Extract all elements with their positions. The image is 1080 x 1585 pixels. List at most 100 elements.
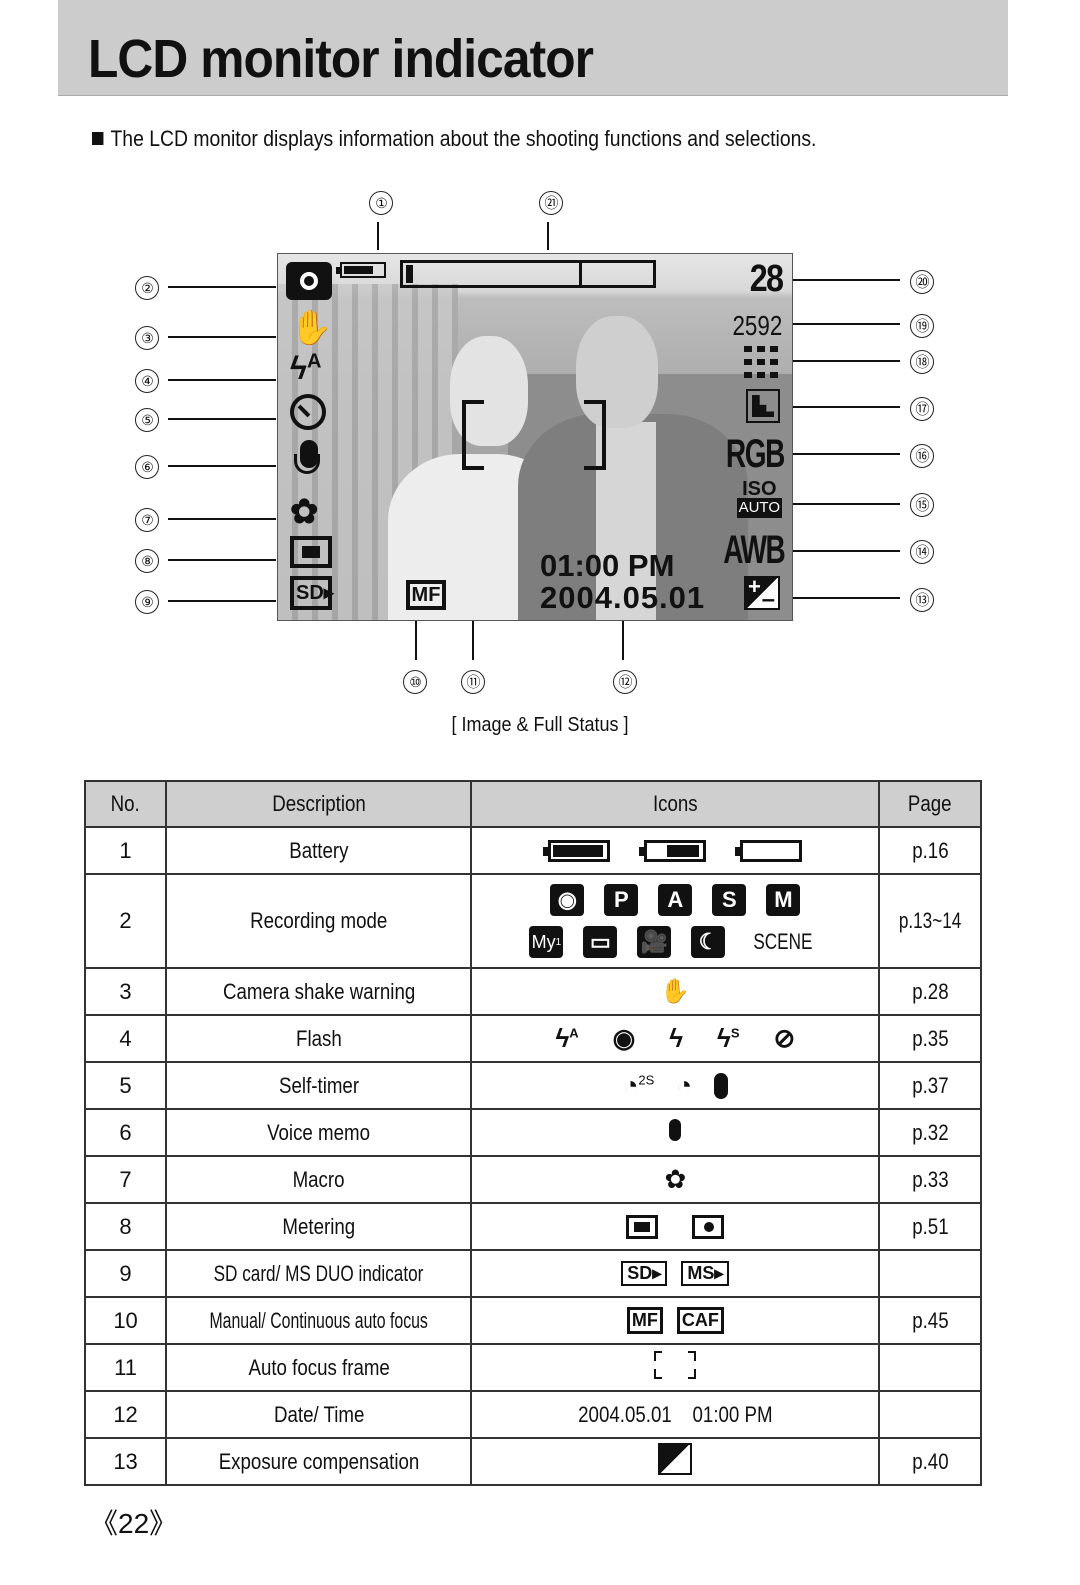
intro-text: The LCD monitor displays information abo…: [92, 126, 816, 152]
row-icons: [470, 1202, 881, 1251]
metering-icon: [290, 536, 332, 568]
row-page: p.28: [878, 967, 982, 1016]
callout-19: ⑲: [910, 314, 934, 338]
callout-4: ④: [135, 369, 159, 393]
row-page: p.33: [878, 1155, 982, 1204]
row-no: 6: [83, 1108, 168, 1157]
manual-mode-icon: M: [766, 884, 801, 916]
battery-empty-icon: [735, 839, 803, 862]
battery-half-icon: [639, 839, 707, 862]
title-bar: LCD monitor indicator: [58, 0, 1008, 96]
program-mode-icon: P: [604, 884, 639, 916]
row-no: 8: [83, 1202, 168, 1251]
scene-label: SCENE: [753, 929, 813, 954]
timer-10s-icon: ◔: [676, 1070, 693, 1100]
white-balance: AWB: [722, 528, 786, 572]
header-page: Page: [878, 780, 982, 828]
leader-line: [377, 222, 379, 250]
callout-21: ㉑: [539, 191, 563, 215]
continuous-af-icon: CAF: [676, 1307, 724, 1334]
myset-mode-icon: My 1: [529, 926, 564, 958]
row-icons: ◉ P A S M My 1 ▭ 🎥 ☾ SCENE: [470, 873, 881, 969]
table-row: 13 Exposure compensation p.40: [83, 1437, 982, 1486]
row-icons: SD▸ MS▸: [470, 1249, 881, 1298]
recording-mode-camera-icon: [286, 262, 332, 300]
multi-metering-icon: [626, 1214, 659, 1239]
fill-flash-icon: ϟ: [669, 1023, 684, 1053]
callout-6: ⑥: [135, 455, 159, 479]
red-eye-icon: ◉: [612, 1023, 636, 1053]
row-icons: ✋: [470, 967, 881, 1016]
header-no: No.: [83, 780, 168, 828]
leader-line: [168, 286, 276, 288]
row-icons: ◔2S ◔: [470, 1061, 881, 1110]
row-page: [878, 1249, 982, 1298]
voice-record-mode-icon: ▭: [583, 926, 618, 958]
timer-2s-icon: ◔2S: [622, 1070, 655, 1100]
header-icons: Icons: [470, 780, 881, 828]
row-desc: Date/ Time: [165, 1390, 473, 1439]
callout-11: ⑪: [461, 670, 485, 694]
header-description: Description: [165, 780, 473, 828]
intro-sentence: The LCD monitor displays information abo…: [110, 126, 817, 151]
movie-mode-icon: 🎥: [637, 926, 672, 958]
row-no: 7: [83, 1155, 168, 1204]
leader-line: [622, 620, 624, 660]
battery-full-icon: [543, 839, 611, 862]
row-desc: Exposure compensation: [165, 1437, 473, 1486]
leader-line: [547, 222, 549, 250]
leader-line: [792, 279, 900, 281]
row-no: 4: [83, 1014, 168, 1063]
row-page: [878, 1343, 982, 1392]
iso-value: AUTO: [736, 498, 782, 518]
row-desc: Metering: [165, 1202, 473, 1251]
ms-duo-icon: MS▸: [681, 1261, 730, 1286]
image-quality-icon: [744, 346, 780, 380]
manual-focus-icon: MF: [406, 580, 446, 610]
voice-memo-icon: [294, 440, 320, 474]
callout-17: ⑰: [910, 397, 934, 421]
callout-3: ③: [135, 326, 159, 350]
shots-remaining: 28: [749, 258, 783, 300]
row-no: 11: [83, 1343, 168, 1392]
af-frame-corner: [462, 432, 484, 470]
sharpness-icon: [746, 389, 780, 423]
callout-15: ⑮: [910, 493, 934, 517]
page-number: 《22》: [90, 1508, 178, 1539]
macro-icon: ✿: [290, 493, 319, 531]
exposure-compensation-icon: [658, 1442, 693, 1475]
callout-18: ⑱: [910, 350, 934, 374]
microphone-icon: [669, 1118, 682, 1141]
remote-icon: [714, 1072, 729, 1099]
table-header-row: No. Description Icons Page: [83, 780, 982, 828]
page-title: LCD monitor indicator: [88, 29, 594, 89]
callout-2: ②: [135, 276, 159, 300]
callout-13: ⑬: [910, 588, 934, 612]
battery-icon: [336, 262, 386, 278]
table-row: 3 Camera shake warning ✋ p.28: [83, 967, 982, 1016]
manual-focus-icon: MF: [626, 1307, 663, 1334]
row-no: 9: [83, 1249, 168, 1298]
row-desc: Self-timer: [165, 1061, 473, 1110]
af-frame-icon: [654, 1350, 697, 1379]
spot-metering-icon: [692, 1214, 725, 1239]
row-icons: [470, 826, 881, 875]
row-no: 5: [83, 1061, 168, 1110]
row-page: p.37: [878, 1061, 982, 1110]
row-page: [878, 1390, 982, 1439]
leader-line: [792, 360, 900, 362]
iso-indicator: ISO AUTO: [736, 479, 782, 518]
leader-line: [168, 336, 276, 338]
row-icons: [470, 1108, 881, 1157]
indicator-table: No. Description Icons Page 1 Battery p.1…: [83, 780, 982, 1486]
row-page: p.13~14: [878, 873, 982, 969]
row-desc: Recording mode: [165, 873, 473, 969]
row-desc: Auto focus frame: [165, 1343, 473, 1392]
row-no: 1: [83, 826, 168, 875]
table-row: 4 Flash ϟA ◉ ϟ ϟS ⊘ p.35: [83, 1014, 982, 1063]
row-icons: [470, 1437, 881, 1486]
callout-10: ⑩: [403, 670, 427, 694]
row-icons: ✿: [470, 1155, 881, 1204]
leader-line: [792, 406, 900, 408]
row-icons: ϟA ◉ ϟ ϟS ⊘: [470, 1014, 881, 1063]
